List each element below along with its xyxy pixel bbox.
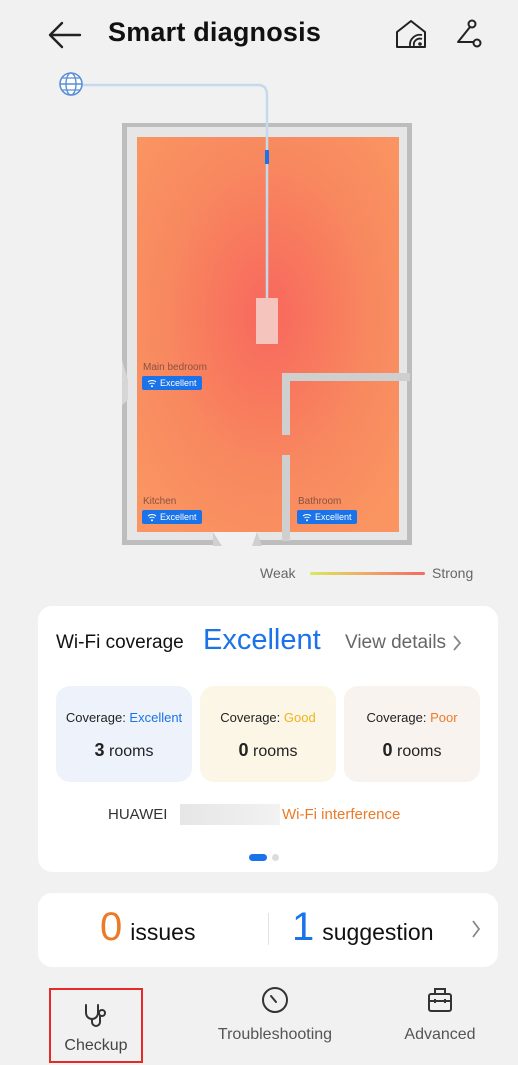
signal-strength-gradient xyxy=(310,572,425,575)
coverage-tile-label: Coverage: xyxy=(366,710,431,725)
room-label-bathroom: Bathroom xyxy=(298,496,342,507)
room-label-kitchen: Kitchen xyxy=(143,496,177,507)
issues-count: 0 xyxy=(100,905,123,949)
room-signal-badge: Excellent xyxy=(297,510,357,524)
nav-label: Advanced xyxy=(404,1026,476,1043)
divider xyxy=(268,913,269,945)
toolbox-icon xyxy=(428,988,452,1012)
network-name: HUAWEI xyxy=(108,806,168,823)
room-count: 0 xyxy=(382,740,393,760)
room-signal-badge: Excellent xyxy=(142,376,202,390)
nav-advanced[interactable]: Advanced xyxy=(390,985,490,1044)
wifi-icon xyxy=(147,513,157,521)
coverage-tile-label: Coverage: xyxy=(220,710,284,725)
network-issue-row[interactable]: HUAWEI Wi-Fi interference xyxy=(108,804,438,826)
wifi-icon xyxy=(302,513,312,521)
wifi-icon xyxy=(147,379,157,387)
room-label-main-bedroom: Main bedroom xyxy=(143,362,207,373)
issues-summary: 0 issues xyxy=(100,905,195,950)
nav-troubleshooting[interactable]: Troubleshooting xyxy=(195,985,355,1044)
coverage-floor-plan: Main bedroom Excellent Kitchen Excellent… xyxy=(0,60,518,600)
view-details-label: View details xyxy=(345,632,447,653)
room-count: 0 xyxy=(238,740,249,760)
legend-weak-label: Weak xyxy=(260,565,296,581)
issues-label: issues xyxy=(130,919,196,945)
nav-label: Checkup xyxy=(64,1037,128,1054)
page-indicator-active xyxy=(249,854,267,861)
page-title: Smart diagnosis xyxy=(108,17,322,47)
chevron-right-icon xyxy=(453,635,462,651)
room-unit: rooms xyxy=(109,743,154,760)
coverage-level: Excellent xyxy=(129,710,183,725)
globe-icon xyxy=(59,72,83,96)
coverage-level: Poor xyxy=(430,710,458,725)
coverage-tile-good[interactable]: Coverage: Good 0 rooms xyxy=(200,686,336,782)
network-issue-text: Wi-Fi interference xyxy=(282,806,401,823)
room-count: 3 xyxy=(94,740,105,760)
suggestions-count: 1 xyxy=(292,905,315,949)
legend-strong-label: Strong xyxy=(432,565,474,581)
coverage-tile-poor[interactable]: Coverage: Poor 0 rooms xyxy=(344,686,480,782)
room-unit: rooms xyxy=(397,743,442,760)
chevron-right-icon xyxy=(472,920,481,938)
home-wifi-icon[interactable] xyxy=(394,18,428,50)
nav-checkup[interactable]: Checkup xyxy=(49,988,143,1063)
gauge-icon xyxy=(262,987,288,1013)
suggestions-label: suggestion xyxy=(322,919,434,945)
page-indicator xyxy=(272,854,279,861)
coverage-status: Excellent xyxy=(203,624,321,656)
suggestions-summary: 1 suggestion xyxy=(292,905,434,950)
coverage-title: Wi-Fi coverage xyxy=(56,632,184,653)
route-path-icon[interactable] xyxy=(450,18,484,50)
network-name-redaction xyxy=(180,804,280,825)
coverage-tile-label: Coverage: xyxy=(65,710,130,725)
issues-summary-card[interactable]: 0 issues 1 suggestion xyxy=(38,893,498,967)
back-arrow-icon[interactable] xyxy=(44,18,84,52)
wifi-coverage-card: Wi-Fi coverage Excellent View details Co… xyxy=(38,606,498,872)
nav-label: Troubleshooting xyxy=(217,1026,333,1043)
floor-plan-heatmap xyxy=(59,72,412,546)
room-unit: rooms xyxy=(253,743,298,760)
stethoscope-icon xyxy=(85,1004,106,1027)
room-signal-badge: Excellent xyxy=(142,510,202,524)
coverage-tile-excellent[interactable]: Coverage: Excellent 3 rooms xyxy=(56,686,192,782)
coverage-level: Good xyxy=(283,710,316,725)
view-details-link[interactable]: View details xyxy=(345,632,462,654)
